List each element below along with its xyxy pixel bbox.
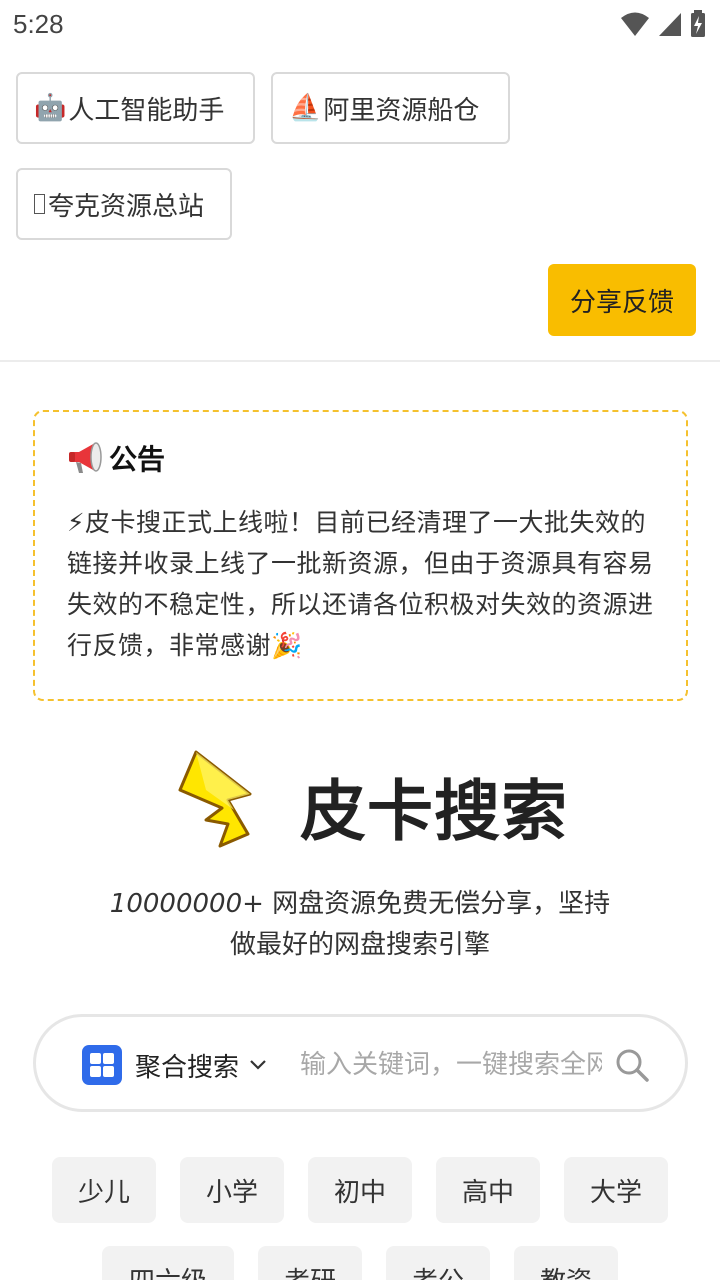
notice-body: ⚡皮卡搜正式上线啦！目前已经清理了一大批失效的链接并收录上线了一批新资源，但由于… <box>67 508 654 660</box>
cellular-signal-icon <box>659 13 681 36</box>
notice-title: 公告 <box>67 436 654 480</box>
category-chip-primary-school[interactable]: 小学 <box>180 1157 284 1223</box>
robot-icon: 🤖 <box>34 93 67 123</box>
quick-link-aliyun-resources[interactable]: ⛵ 阿里资源船仓 <box>271 72 510 144</box>
search-input[interactable] <box>300 1045 602 1085</box>
battery-charging-icon <box>691 10 705 37</box>
brand: 皮卡搜索 <box>176 750 576 850</box>
tagline-line1: 10000000+ 网盘资源免费无偿分享，坚持 <box>60 884 660 925</box>
divider <box>0 360 720 362</box>
search-box: 聚合搜索 <box>33 1014 688 1112</box>
category-chip-senior-high[interactable]: 高中 <box>436 1157 540 1223</box>
sailboat-icon: ⛵ <box>289 93 322 123</box>
notice-card: 公告 ⚡皮卡搜正式上线啦！目前已经清理了一大批失效的链接并收录上线了一批新资源，… <box>33 410 688 701</box>
status-time: 5:28 <box>13 9 64 39</box>
quick-link-label: 夸克资源总站 <box>48 191 205 222</box>
tagline-line2: 做最好的网盘搜索引擎 <box>229 930 490 960</box>
lightning-bolt-logo-icon <box>178 750 252 848</box>
status-bar: 5:28 <box>0 0 720 52</box>
notice-title-text: 公告 <box>109 443 166 476</box>
missing-glyph-icon <box>34 194 45 214</box>
megaphone-icon <box>69 442 102 473</box>
category-chip-civil-service[interactable]: 考公 <box>386 1246 490 1280</box>
brand-name: 皮卡搜索 <box>300 773 568 850</box>
category-chip-junior-high[interactable]: 初中 <box>308 1157 412 1223</box>
status-icons <box>620 10 706 38</box>
category-chip-children[interactable]: 少儿 <box>52 1157 156 1223</box>
resource-count: 10000000+ <box>109 889 264 919</box>
search-type-dropdown[interactable]: 聚合搜索 <box>82 1045 267 1085</box>
category-chip-cet[interactable]: 四六级 <box>102 1246 234 1280</box>
search-type-label: 聚合搜索 <box>135 1052 240 1083</box>
category-chip-teacher-cert[interactable]: 教资 <box>514 1246 618 1280</box>
quick-link-ai-assistant[interactable]: 🤖 人工智能助手 <box>16 72 255 144</box>
quick-link-label: 阿里资源船仓 <box>323 95 480 126</box>
apps-grid-icon <box>82 1045 122 1085</box>
chevron-down-icon <box>250 1060 266 1070</box>
search-icon[interactable] <box>614 1047 650 1083</box>
quick-link-label: 人工智能助手 <box>68 95 225 126</box>
category-chip-university[interactable]: 大学 <box>564 1157 668 1223</box>
category-chip-postgraduate[interactable]: 考研 <box>258 1246 362 1280</box>
tagline-line1-text: 网盘资源免费无偿分享，坚持 <box>263 889 611 919</box>
wifi-icon <box>621 12 649 36</box>
tagline: 10000000+ 网盘资源免费无偿分享，坚持 做最好的网盘搜索引擎 <box>60 884 660 966</box>
share-feedback-button[interactable]: 分享反馈 <box>548 264 696 336</box>
quick-link-quark-resources[interactable]: 夸克资源总站 <box>16 168 232 240</box>
